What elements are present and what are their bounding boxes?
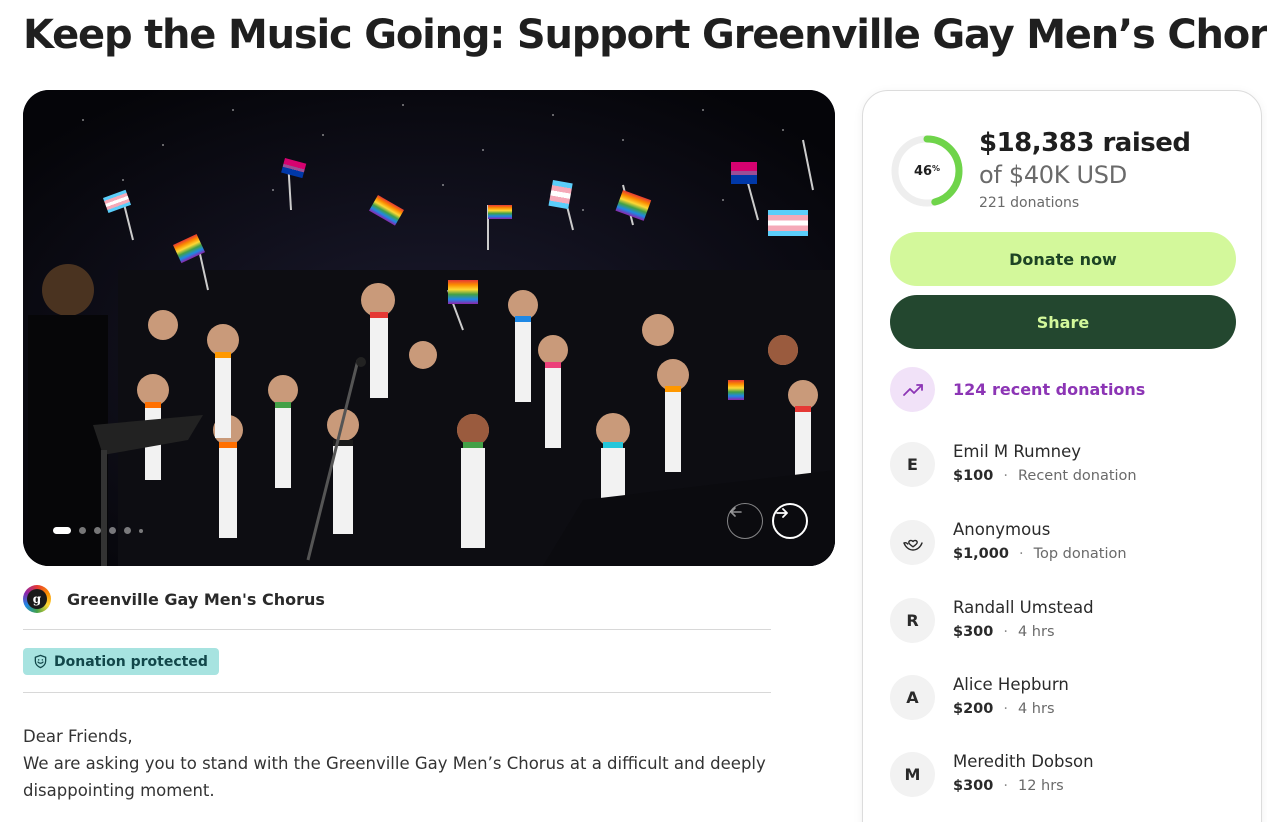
avatar: R bbox=[890, 597, 935, 643]
donor-name: Randall Umstead bbox=[953, 598, 1094, 617]
donor-amount: $200 bbox=[953, 701, 994, 717]
arrow-left-icon bbox=[730, 507, 742, 517]
shield-icon bbox=[34, 654, 47, 669]
slide-dot-active[interactable] bbox=[53, 527, 71, 534]
recent-donations-label[interactable]: 124 recent donations bbox=[953, 380, 1145, 399]
slide-dot[interactable] bbox=[139, 528, 143, 533]
avatar: E bbox=[890, 441, 935, 487]
donor-note: 12 hrs bbox=[1017, 778, 1064, 794]
avatar: A bbox=[890, 674, 935, 720]
progress-number: 46 bbox=[913, 163, 933, 179]
page-title: Keep the Music Going: Support Greenville… bbox=[23, 12, 1267, 58]
goal-amount: of $40K USD bbox=[979, 161, 1127, 189]
donor-note: 4 hrs bbox=[1017, 701, 1055, 717]
donation-count: 221 donations bbox=[979, 195, 1080, 211]
share-button[interactable]: Share bbox=[890, 295, 1236, 349]
amount-raised: $18,383 raised bbox=[979, 128, 1191, 158]
campaign-hero-image[interactable] bbox=[23, 90, 835, 566]
slide-dot[interactable] bbox=[124, 527, 131, 534]
next-slide-button[interactable] bbox=[772, 503, 808, 539]
chorus-performance-photo bbox=[23, 90, 835, 566]
donor-item: R Randall Umstead $300 · 4 hrs bbox=[890, 597, 1094, 643]
donor-item: M Meredith Dobson $300 · 12 hrs bbox=[890, 751, 1094, 797]
donor-item: Anonymous $1,000 · Top donation bbox=[890, 519, 1127, 565]
donor-amount: $300 bbox=[953, 624, 994, 640]
story-greeting: Dear Friends, bbox=[23, 727, 133, 746]
donor-amount: $1,000 bbox=[953, 546, 1009, 562]
recent-donations-link[interactable]: 124 recent donations bbox=[890, 367, 1145, 412]
donor-item: E Emil M Rumney $100 · Recent donation bbox=[890, 441, 1137, 487]
donor-note: Top donation bbox=[1033, 546, 1127, 562]
donor-name: Meredith Dobson bbox=[953, 752, 1094, 771]
arrow-right-icon bbox=[776, 508, 788, 518]
donation-protected-badge[interactable]: Donation protected bbox=[23, 648, 219, 675]
donor-item: A Alice Hepburn $200 · 4 hrs bbox=[890, 674, 1069, 720]
organizer-row[interactable]: g Greenville Gay Men's Chorus bbox=[23, 585, 325, 613]
campaign-story: Dear Friends, We are asking you to stand… bbox=[23, 723, 783, 804]
trend-badge bbox=[890, 367, 935, 412]
avatar bbox=[890, 519, 935, 565]
donor-amount: $300 bbox=[953, 778, 994, 794]
avatar: M bbox=[890, 751, 935, 797]
donor-note: 4 hrs bbox=[1017, 624, 1055, 640]
story-paragraph: We are asking you to stand with the Gree… bbox=[23, 754, 766, 800]
donor-note: Recent donation bbox=[1017, 468, 1137, 484]
badge-label: Donation protected bbox=[54, 653, 208, 670]
heart-hand-icon bbox=[902, 539, 923, 551]
progress-symbol: % bbox=[932, 164, 941, 173]
organizer-logo[interactable]: g bbox=[23, 585, 51, 613]
donor-amount: $100 bbox=[953, 468, 994, 484]
organizer-name[interactable]: Greenville Gay Men's Chorus bbox=[67, 590, 325, 609]
slide-indicators bbox=[53, 527, 143, 534]
donor-name: Alice Hepburn bbox=[953, 675, 1069, 694]
donor-name: Anonymous bbox=[953, 520, 1051, 539]
organizer-logo-letter: g bbox=[27, 589, 47, 609]
progress-percentage: 46% bbox=[890, 134, 964, 208]
trending-up-icon bbox=[902, 383, 923, 396]
slide-dot[interactable] bbox=[79, 527, 86, 534]
donation-card: 46% $18,383 raised of $40K USD 221 donat… bbox=[862, 90, 1262, 822]
donor-name: Emil M Rumney bbox=[953, 442, 1082, 461]
previous-slide-button[interactable] bbox=[727, 503, 763, 539]
donate-now-button[interactable]: Donate now bbox=[890, 232, 1236, 286]
divider bbox=[23, 692, 771, 693]
divider bbox=[23, 629, 771, 630]
slide-dot[interactable] bbox=[109, 527, 116, 534]
slide-dot[interactable] bbox=[94, 527, 101, 534]
